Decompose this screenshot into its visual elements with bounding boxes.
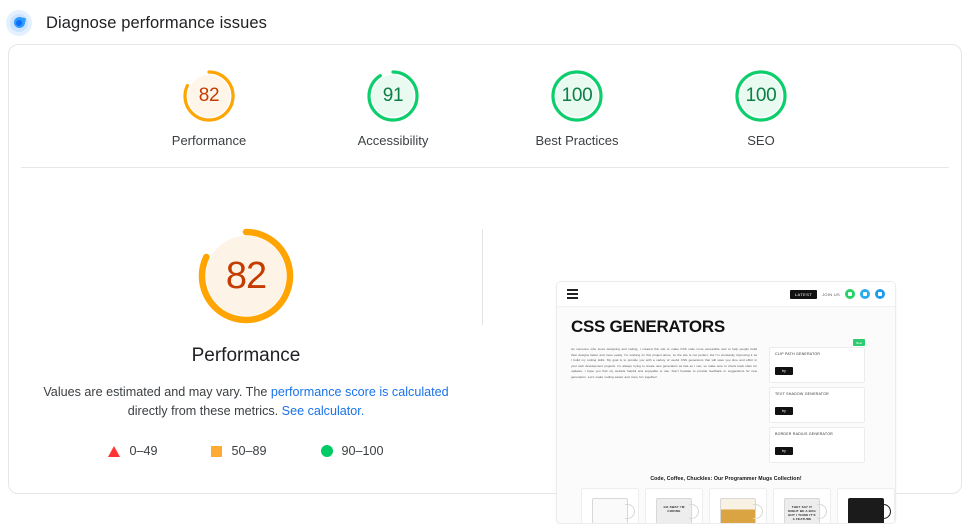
legend-item-average: 50–89 (211, 444, 267, 458)
mug-image (585, 492, 635, 523)
score-label: SEO (747, 133, 775, 148)
see-calculator-link[interactable]: See calculator. (282, 404, 365, 418)
mug-image: GO AWAY I’M CODING (649, 492, 699, 523)
red-triangle-icon (108, 445, 121, 457)
legend-item-fail: 0–49 (108, 444, 157, 458)
whatsapp-icon (845, 289, 855, 299)
score-best-practices[interactable]: 100 Best Practices (517, 67, 637, 148)
try-button[interactable]: try (775, 367, 793, 375)
gauge-large-value: 82 (225, 254, 267, 297)
generator-card-title: BORDER RADIUS GENERATOR (775, 432, 833, 436)
score-value: 82 (198, 85, 220, 106)
telegram-icon (860, 289, 870, 299)
new-badge: New (852, 339, 865, 346)
try-button[interactable]: try (775, 407, 793, 415)
gauge-accessibility: 91 (364, 67, 422, 125)
performance-description: Values are estimated and may vary. The p… (41, 383, 451, 421)
hamburger-menu-icon (567, 288, 578, 300)
preview-topbar-right: LATEST JOIN US (789, 289, 885, 299)
gauge-performance: 82 (180, 67, 238, 125)
preview-topbar: LATEST JOIN US (557, 282, 895, 307)
generator-card-title: TEXT SHADOW GENERATOR (775, 392, 829, 396)
mug-card[interactable]: View Deal On Amazon (837, 488, 895, 523)
gauge-large-label: Performance (191, 345, 301, 366)
page-header: Diagnose performance issues (0, 0, 970, 38)
score-value: 100 (745, 85, 777, 106)
twitter-icon (875, 289, 885, 299)
lighthouse-report-card: 82 Performance 91 Accessibility 100 Best… (8, 44, 962, 524)
performance-score-link[interactable]: performance score is calculated (271, 385, 449, 399)
legend-range: 0–49 (129, 444, 158, 458)
score-value: 100 (561, 85, 593, 106)
green-circle-icon (320, 445, 333, 457)
gauge-performance-large: 82 (194, 224, 298, 328)
score-value: 91 (382, 85, 404, 106)
generator-card-title: CLIP PATH GENERATOR (775, 352, 821, 356)
site-preview-pane: LATEST JOIN US CSS GENERATORS As someone… (483, 169, 961, 524)
gauge-seo: 100 (732, 67, 790, 125)
page-title: Diagnose performance issues (46, 13, 267, 32)
mug-card[interactable]: GO AWAY I’M CODING View Deal On Amazon (645, 488, 703, 523)
mugs-section-title: Code, Coffee, Chuckles: Our Programmer M… (650, 476, 802, 482)
legend-range: 50–89 (231, 444, 267, 458)
mug-text: GO AWAY I’M CODING (663, 504, 685, 513)
mug-card[interactable]: THEY SAY IT MIGHT BE A BUG BUT I THINK I… (773, 488, 831, 523)
preview-badge: LATEST (789, 289, 818, 299)
desc-text-2: directly from these metrics. (127, 404, 282, 418)
mug-image (713, 492, 763, 523)
score-gauges-row: 82 Performance 91 Accessibility 100 Best… (9, 45, 961, 148)
mug-image: THEY SAY IT MIGHT BE A BUG BUT I THINK I… (777, 492, 827, 523)
legend-item-pass: 90–100 (320, 444, 384, 458)
desc-text-1: Values are estimated and may vary. The (43, 385, 271, 399)
performance-detail-pane: 82 Performance Values are estimated and … (9, 169, 483, 493)
mug-text: THEY SAY IT MIGHT BE A BUG BUT I THINK I… (788, 504, 816, 521)
generator-card-border-radius[interactable]: BORDER RADIUS GENERATOR try (769, 427, 865, 463)
try-button[interactable]: try (775, 447, 793, 455)
generator-card-clip-path[interactable]: CLIP PATH GENERATOR try (769, 347, 865, 383)
report-detail-section: 82 Performance Values are estimated and … (9, 169, 961, 524)
preview-columns: As someone who loves designing and codin… (571, 339, 881, 467)
site-screenshot-thumbnail[interactable]: LATEST JOIN US CSS GENERATORS As someone… (556, 281, 896, 524)
preview-paragraph: As someone who loves designing and codin… (571, 347, 757, 379)
generator-card-text-shadow[interactable]: TEXT SHADOW GENERATOR try (769, 387, 865, 423)
preview-generator-cards: New CLIP PATH GENERATOR try TEXT SHADOW … (769, 339, 865, 467)
score-label: Accessibility (357, 133, 429, 148)
score-legend: 0–49 50–89 90–100 (108, 444, 384, 458)
section-divider (21, 167, 949, 168)
orange-square-icon (211, 445, 223, 457)
mugs-carousel: View Deal On Amazon GO AWAY I’M CODING V… (571, 488, 895, 523)
preview-join-note: JOIN US (822, 291, 840, 297)
score-accessibility[interactable]: 91 Accessibility (333, 67, 453, 148)
preview-body: CSS GENERATORS As someone who loves desi… (557, 307, 895, 523)
score-seo[interactable]: 100 SEO (701, 67, 821, 148)
score-label: Performance (171, 133, 247, 148)
legend-range: 90–100 (341, 444, 384, 458)
mug-image (841, 492, 891, 523)
mug-card[interactable]: View Deal On Amazon (709, 488, 767, 523)
lighthouse-icon (6, 10, 32, 36)
preview-heading: CSS GENERATORS (571, 317, 725, 336)
gauge-best-practices: 100 (548, 67, 606, 125)
mug-card[interactable]: View Deal On Amazon (581, 488, 639, 523)
score-label: Best Practices (535, 133, 619, 148)
score-performance[interactable]: 82 Performance (149, 67, 269, 148)
